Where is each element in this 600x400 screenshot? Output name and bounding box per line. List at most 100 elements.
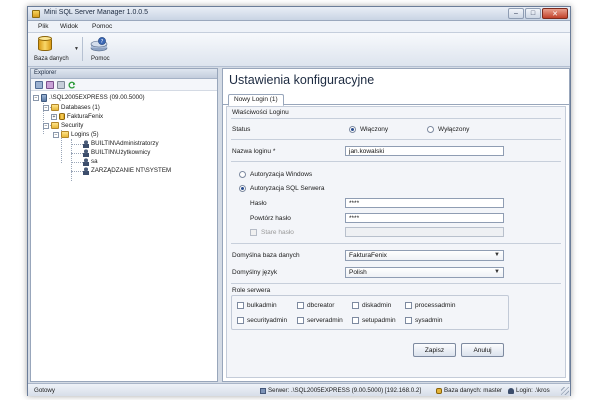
roles-title: Role serwera <box>232 287 271 294</box>
collapse-icon[interactable]: − <box>53 131 59 138</box>
role-securityadmin-checkbox[interactable] <box>237 317 244 324</box>
tree-node-database[interactable]: + FakturaFenix <box>51 112 103 121</box>
login-name-label: Nazwa loginu * <box>232 148 276 155</box>
auth-sql-label: Autoryzacja SQL Serwera <box>250 185 325 192</box>
new-connection-icon[interactable] <box>35 81 43 89</box>
divider <box>231 118 561 119</box>
svg-text:?: ? <box>101 39 104 45</box>
explorer-panel: Explorer − .\SQL2005EXPRESS (09.00.5000)… <box>30 68 218 382</box>
database-button-label: Baza danych <box>34 56 69 62</box>
folder-icon <box>51 104 59 111</box>
properties-icon[interactable] <box>46 81 54 89</box>
role-sysadmin-checkbox[interactable] <box>405 317 412 324</box>
menu-help[interactable]: Pomoc <box>92 23 112 30</box>
login-name-input[interactable]: jan.kowalski <box>345 146 504 156</box>
role-diskadmin-checkbox[interactable] <box>352 302 359 309</box>
status-disabled-radio[interactable] <box>427 126 434 133</box>
auth-sql-radio[interactable] <box>239 185 246 192</box>
role-label: dbcreator <box>307 302 335 309</box>
tree-node-databases[interactable]: − Databases (1) <box>43 103 100 112</box>
menu-view[interactable]: Widok <box>60 23 78 30</box>
tree-node-security[interactable]: − Security <box>43 121 83 130</box>
save-button[interactable]: Zapisz <box>413 343 456 357</box>
password-label: Hasło <box>250 200 267 207</box>
user-icon <box>83 148 89 157</box>
role-label: bulkadmin <box>247 302 277 309</box>
help-button-label: Pomoc <box>91 56 110 62</box>
role-setupadmin-checkbox[interactable] <box>352 317 359 324</box>
section-title: Właściwości Loginu <box>232 109 289 116</box>
maximize-button[interactable]: □ <box>525 8 541 19</box>
collapse-icon[interactable]: − <box>43 122 49 129</box>
password-input[interactable]: **** <box>345 198 504 208</box>
tree-node-logins[interactable]: − Logins (5) <box>53 130 99 139</box>
window-title: Mini SQL Server Manager 1.0.0.5 <box>44 9 149 16</box>
server-label: .\SQL2005EXPRESS (09.00.5000) <box>49 94 145 101</box>
folder-icon <box>51 122 59 129</box>
collapse-icon[interactable]: − <box>43 104 49 111</box>
role-label: serveradmin <box>307 317 343 324</box>
tree-node-server[interactable]: − .\SQL2005EXPRESS (09.00.5000) <box>33 93 145 102</box>
tree-node-login[interactable]: ZARZĄDZANIE NT\SYSTEM <box>83 166 171 175</box>
explorer-title: Explorer <box>31 69 217 79</box>
expand-icon[interactable]: + <box>51 113 57 120</box>
status-enabled-label: Włączony <box>360 126 389 133</box>
old-password-label: Stare hasło <box>261 229 294 236</box>
server-roles-group <box>231 295 509 330</box>
disconnect-icon[interactable] <box>57 81 65 89</box>
default-lang-label: Domyślny język <box>232 269 278 276</box>
help-button[interactable]: ? Pomoc <box>90 35 114 65</box>
logins-label: Logins (5) <box>71 131 99 138</box>
divider <box>231 139 561 140</box>
database-button[interactable]: Baza danych <box>30 35 72 65</box>
role-serveradmin-checkbox[interactable] <box>297 317 304 324</box>
repeat-password-input[interactable]: **** <box>345 213 504 223</box>
login-label: sa <box>91 158 98 165</box>
menu-file[interactable]: Plik <box>38 23 48 30</box>
role-dbcreator-checkbox[interactable] <box>297 302 304 309</box>
chevron-down-icon: ▼ <box>494 269 500 275</box>
server-icon <box>41 93 47 102</box>
tab-new-login[interactable]: Nowy Login (1) <box>228 94 284 106</box>
role-label: processadmin <box>415 302 456 309</box>
main-panel: Ustawienia konfiguracyjne Nowy Login (1)… <box>222 68 570 382</box>
auth-windows-radio[interactable] <box>239 171 246 178</box>
page-title: Ustawienia konfiguracyjne <box>229 73 375 87</box>
role-processadmin-checkbox[interactable] <box>405 302 412 309</box>
resize-grip[interactable] <box>561 387 569 395</box>
database-dropdown-arrow[interactable]: ▼ <box>74 46 79 52</box>
status-login: Login: .\kros <box>508 387 550 394</box>
default-lang-select[interactable]: Polish ▼ <box>345 267 504 278</box>
chevron-down-icon: ▼ <box>494 252 500 258</box>
database-icon <box>38 36 52 52</box>
tab-strip: Nowy Login (1) <box>223 90 569 106</box>
auth-windows-label: Autoryzacja Windows <box>250 171 313 178</box>
status-login-text: Login: .\kros <box>516 387 550 394</box>
role-label: sysadmin <box>415 317 443 324</box>
status-label: Status <box>232 126 251 133</box>
tree-node-login[interactable]: BUILTIN\Użytkownicy <box>83 148 150 157</box>
object-tree: − .\SQL2005EXPRESS (09.00.5000) − Databa… <box>31 93 217 381</box>
default-lang-value: Polish <box>349 269 367 276</box>
divider <box>231 283 561 284</box>
status-enabled-radio[interactable] <box>349 126 356 133</box>
cancel-button[interactable]: Anuluj <box>461 343 504 357</box>
tree-node-login[interactable]: sa <box>83 157 98 166</box>
app-icon <box>32 10 40 18</box>
old-password-checkbox[interactable] <box>250 229 257 236</box>
open-folder-icon <box>61 131 69 138</box>
close-button[interactable]: ✕ <box>542 8 568 19</box>
default-db-label: Domyślna baza danych <box>232 252 300 259</box>
status-database-text: Baza danych: master <box>444 387 503 394</box>
role-label: securityadmin <box>247 317 288 324</box>
minimize-button[interactable]: – <box>508 8 524 19</box>
app-window: Mini SQL Server Manager 1.0.0.5 – □ ✕ Pl… <box>27 6 571 396</box>
refresh-icon[interactable] <box>68 81 76 89</box>
collapse-icon[interactable]: − <box>33 94 39 101</box>
tree-node-login[interactable]: BUILTIN\Administratorzy <box>83 139 159 148</box>
role-bulkadmin-checkbox[interactable] <box>237 302 244 309</box>
repeat-password-label: Powtórz hasło <box>250 215 291 222</box>
user-icon <box>83 157 89 166</box>
title-bar: Mini SQL Server Manager 1.0.0.5 – □ ✕ <box>28 7 570 21</box>
default-db-select[interactable]: FakturaFenix ▼ <box>345 250 504 261</box>
